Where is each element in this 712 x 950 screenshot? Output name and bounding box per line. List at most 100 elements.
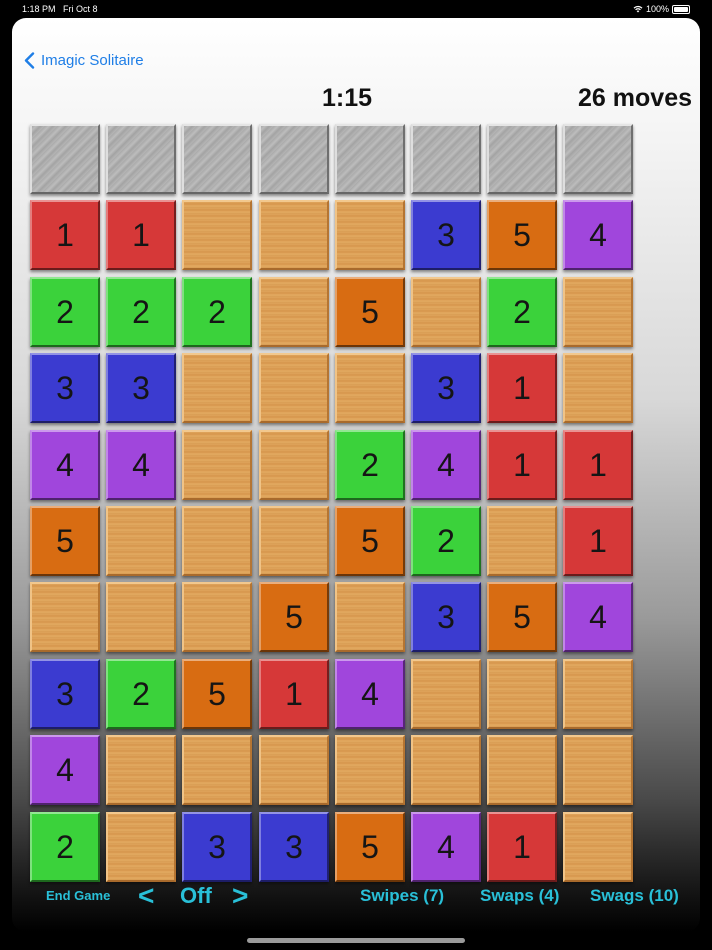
empty-cell[interactable] (182, 735, 252, 805)
empty-cell[interactable] (563, 812, 633, 882)
number-tile[interactable]: 4 (563, 582, 633, 652)
empty-cell[interactable] (182, 353, 252, 423)
battery-percent: 100% (645, 4, 669, 14)
empty-cell[interactable] (487, 659, 557, 729)
number-tile[interactable]: 2 (106, 277, 176, 347)
number-tile[interactable]: 4 (335, 659, 405, 729)
wifi-icon (633, 5, 643, 13)
empty-cell[interactable] (182, 506, 252, 576)
number-tile[interactable]: 4 (411, 430, 481, 500)
empty-cell[interactable] (182, 200, 252, 270)
number-tile[interactable]: 2 (182, 277, 252, 347)
number-tile[interactable]: 5 (259, 582, 329, 652)
empty-cell[interactable] (259, 200, 329, 270)
number-tile[interactable]: 1 (487, 430, 557, 500)
status-time-date: 1:18 PM Fri Oct 8 (22, 4, 98, 14)
swaps-button[interactable]: Swaps (4) (480, 886, 559, 906)
wall-tile[interactable] (487, 124, 557, 194)
empty-cell[interactable] (259, 277, 329, 347)
empty-cell[interactable] (411, 659, 481, 729)
wall-tile[interactable] (106, 124, 176, 194)
number-tile[interactable]: 3 (182, 812, 252, 882)
empty-cell[interactable] (563, 353, 633, 423)
number-tile[interactable]: 5 (335, 277, 405, 347)
number-tile[interactable]: 4 (411, 812, 481, 882)
number-tile[interactable]: 5 (487, 200, 557, 270)
number-tile[interactable]: 5 (487, 582, 557, 652)
empty-cell[interactable] (487, 506, 557, 576)
number-tile[interactable]: 4 (106, 430, 176, 500)
wall-tile[interactable] (563, 124, 633, 194)
wall-tile[interactable] (182, 124, 252, 194)
empty-cell[interactable] (106, 506, 176, 576)
empty-cell[interactable] (259, 353, 329, 423)
number-tile[interactable]: 3 (411, 200, 481, 270)
wall-tile[interactable] (335, 124, 405, 194)
number-tile[interactable]: 1 (487, 812, 557, 882)
number-tile[interactable]: 2 (487, 277, 557, 347)
number-tile[interactable]: 1 (259, 659, 329, 729)
empty-cell[interactable] (335, 582, 405, 652)
game-board: 1135422252333144241155215354325144233541 (30, 124, 636, 884)
number-tile[interactable]: 5 (335, 812, 405, 882)
empty-cell[interactable] (563, 735, 633, 805)
empty-cell[interactable] (411, 277, 481, 347)
number-tile[interactable]: 5 (182, 659, 252, 729)
number-tile[interactable]: 3 (259, 812, 329, 882)
number-tile[interactable]: 4 (30, 735, 100, 805)
empty-cell[interactable] (106, 735, 176, 805)
number-tile[interactable]: 2 (335, 430, 405, 500)
empty-cell[interactable] (182, 430, 252, 500)
number-tile[interactable]: 3 (411, 353, 481, 423)
empty-cell[interactable] (106, 582, 176, 652)
app-screen: Imagic Solitaire 1:15 26 moves 113542225… (12, 18, 700, 932)
number-tile[interactable]: 1 (106, 200, 176, 270)
number-tile[interactable]: 3 (30, 353, 100, 423)
wall-tile[interactable] (30, 124, 100, 194)
chevron-left-icon (24, 52, 35, 69)
back-label: Imagic Solitaire (41, 52, 144, 69)
wall-tile[interactable] (259, 124, 329, 194)
number-tile[interactable]: 4 (30, 430, 100, 500)
number-tile[interactable]: 2 (106, 659, 176, 729)
empty-cell[interactable] (411, 735, 481, 805)
empty-cell[interactable] (487, 735, 557, 805)
swipes-button[interactable]: Swipes (7) (360, 886, 444, 906)
mode-prev-button[interactable]: < (138, 880, 154, 912)
number-tile[interactable]: 2 (30, 277, 100, 347)
empty-cell[interactable] (106, 812, 176, 882)
number-tile[interactable]: 5 (335, 506, 405, 576)
empty-cell[interactable] (335, 353, 405, 423)
number-tile[interactable]: 3 (30, 659, 100, 729)
empty-cell[interactable] (563, 659, 633, 729)
empty-cell[interactable] (259, 430, 329, 500)
mode-next-button[interactable]: > (232, 880, 248, 912)
number-tile[interactable]: 3 (106, 353, 176, 423)
mode-label: Off (180, 883, 212, 908)
wall-tile[interactable] (411, 124, 481, 194)
empty-cell[interactable] (182, 582, 252, 652)
number-tile[interactable]: 3 (411, 582, 481, 652)
status-bar: 1:18 PM Fri Oct 8 100% (0, 0, 712, 18)
number-tile[interactable]: 1 (563, 430, 633, 500)
number-tile[interactable]: 5 (30, 506, 100, 576)
number-tile[interactable]: 2 (411, 506, 481, 576)
number-tile[interactable]: 1 (487, 353, 557, 423)
empty-cell[interactable] (335, 735, 405, 805)
empty-cell[interactable] (30, 582, 100, 652)
game-timer: 1:15 (322, 84, 373, 112)
number-tile[interactable]: 1 (563, 506, 633, 576)
empty-cell[interactable] (563, 277, 633, 347)
number-tile[interactable]: 2 (30, 812, 100, 882)
bottom-toolbar: End Game < Off > Swipes (7) Swaps (4) Sw… (12, 880, 700, 912)
back-button[interactable]: Imagic Solitaire (24, 52, 144, 69)
swags-button[interactable]: Swags (10) (590, 886, 679, 906)
move-counter: 26 moves (578, 84, 692, 112)
empty-cell[interactable] (259, 735, 329, 805)
home-indicator[interactable] (247, 938, 465, 943)
end-game-button[interactable]: End Game (46, 888, 110, 903)
empty-cell[interactable] (259, 506, 329, 576)
number-tile[interactable]: 4 (563, 200, 633, 270)
empty-cell[interactable] (335, 200, 405, 270)
number-tile[interactable]: 1 (30, 200, 100, 270)
